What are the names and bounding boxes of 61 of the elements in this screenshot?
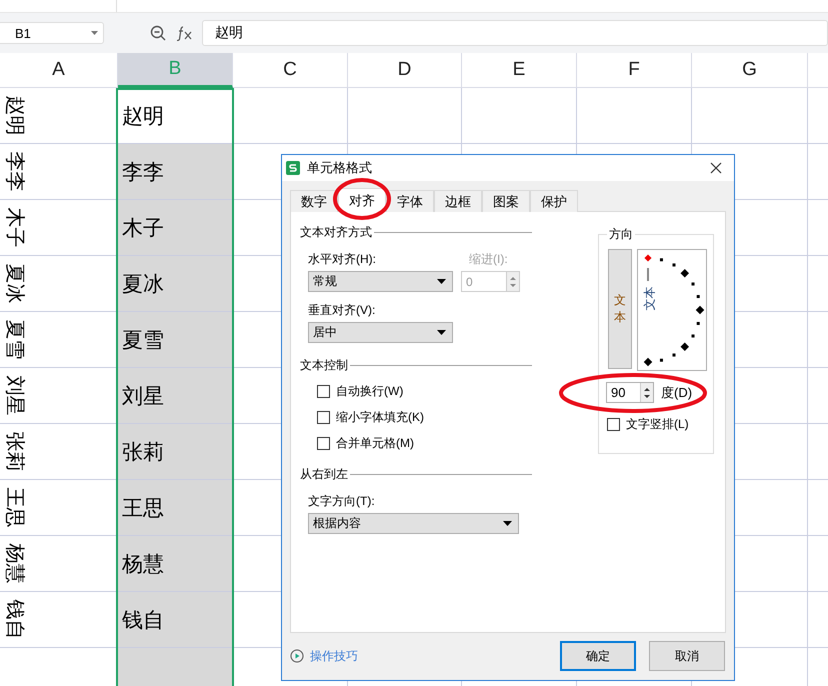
tab[interactable]: 边框 — [434, 190, 482, 212]
section-title: 文本控制 — [300, 357, 348, 374]
tab[interactable]: 图案 — [482, 190, 530, 212]
orientation-dial[interactable]: 文本 — [637, 249, 707, 371]
caret-icon — [91, 31, 98, 35]
name-box[interactable]: B1 — [0, 22, 104, 44]
tab[interactable]: 字体 — [386, 190, 434, 212]
field-label: 垂直对齐(V): — [308, 302, 376, 319]
table-cell: 李李 — [118, 144, 233, 200]
ok-button[interactable]: 确定 — [560, 641, 636, 671]
dialog-title: 单元格格式 — [307, 159, 373, 177]
dropdown[interactable]: 根据内容 — [308, 513, 519, 534]
table-cell: 夏冰 — [118, 256, 233, 312]
caret-icon — [503, 521, 512, 526]
degree-field[interactable]: 90 — [606, 382, 654, 403]
column-header[interactable]: E — [462, 53, 577, 88]
checkbox[interactable] — [317, 411, 330, 424]
tab[interactable]: 保护 — [530, 190, 578, 212]
app-logo-icon — [286, 161, 300, 175]
column-header[interactable]: C — [233, 53, 348, 88]
play-icon[interactable] — [290, 649, 304, 663]
caret-icon — [437, 279, 446, 284]
tips-link[interactable]: 操作技巧 — [310, 648, 358, 664]
cancel-button[interactable]: 取消 — [649, 641, 725, 671]
zoom-out-icon[interactable] — [150, 25, 166, 41]
checkbox-label: 缩小字体填充(K) — [336, 409, 424, 426]
caret-icon — [437, 330, 446, 335]
dial-text: 文本 — [642, 286, 658, 310]
dropdown[interactable]: 居中 — [308, 322, 453, 343]
column-header[interactable]: A — [0, 53, 118, 88]
table-cell: 木子 — [118, 200, 233, 256]
close-icon[interactable] — [710, 162, 722, 174]
checkbox-label: 文字竖排(L) — [626, 416, 689, 433]
function-icon[interactable] — [176, 25, 194, 41]
table-cell: 杨慧 — [118, 536, 233, 592]
table-cell: 刘星 — [118, 368, 233, 424]
field-label: 度(D) — [661, 384, 692, 402]
table-cell: 王思 — [118, 480, 233, 536]
checkbox[interactable] — [317, 437, 330, 450]
field-label: 文字方向(T): — [308, 493, 376, 510]
checkbox-label: 合并单元格(M) — [336, 435, 414, 452]
field-label: 缩进(I): — [469, 251, 509, 268]
checkbox[interactable] — [607, 418, 620, 431]
column-header[interactable]: G — [692, 53, 808, 88]
column-header[interactable]: F — [577, 53, 692, 88]
vertical-text-button[interactable]: 文本 — [608, 249, 632, 369]
column-header[interactable]: D — [348, 53, 462, 88]
table-cell: 夏雪 — [118, 312, 233, 368]
tab[interactable]: 对齐 — [338, 188, 386, 212]
dropdown[interactable]: 常规 — [308, 271, 453, 292]
section-title: 从右到左 — [300, 466, 348, 483]
checkbox-label: 自动换行(W) — [336, 383, 404, 400]
section-title: 文本对齐方式 — [300, 224, 372, 241]
checkbox[interactable] — [317, 385, 330, 398]
tab[interactable]: 数字 — [290, 190, 338, 212]
annotation-ellipse — [333, 177, 391, 221]
spin-arrows-icon[interactable] — [640, 383, 653, 402]
table-cell: 钱自 — [118, 592, 233, 648]
field-label: 水平对齐(H): — [308, 251, 377, 268]
table-cell: 张莉 — [118, 424, 233, 480]
formula-field[interactable]: 赵明 — [202, 20, 828, 46]
